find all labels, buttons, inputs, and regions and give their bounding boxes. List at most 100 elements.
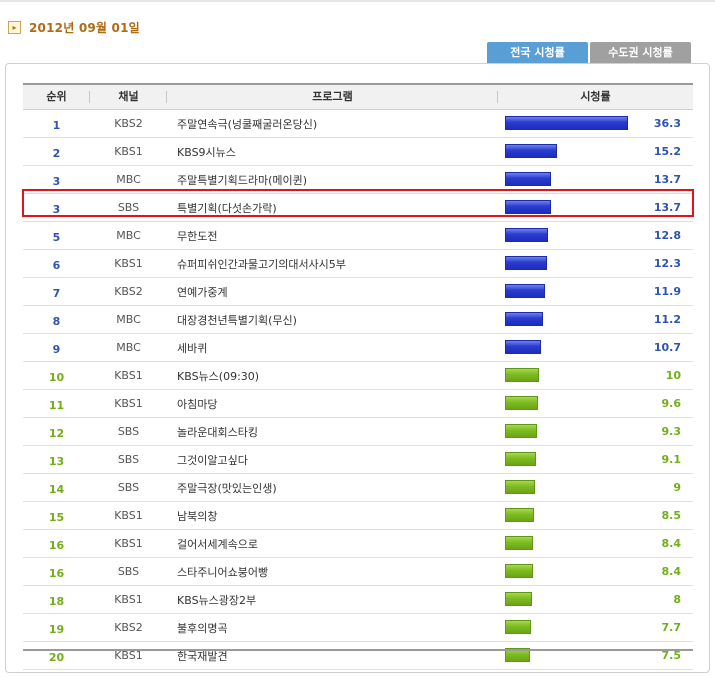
rating-value: 7.7 (661, 621, 682, 634)
tab-national-rating[interactable]: 전국 시청률 (487, 42, 588, 64)
rating-value: 13.7 (653, 173, 681, 186)
table-row: 16 KBS1 걸어서세계속으로 8.4 (23, 530, 693, 558)
channel-cell: MBC (116, 313, 141, 326)
channel-cell: KBS2 (114, 621, 143, 634)
rank-cell: 9 (52, 343, 61, 356)
rating-cell: 8.5 (498, 502, 693, 529)
program-cell: KBS뉴스광장2부 (177, 593, 257, 607)
rank-cell: 15 (48, 511, 65, 524)
channel-cell: KBS1 (114, 537, 143, 550)
rating-cell: 13.7 (498, 194, 693, 221)
rating-value: 9.1 (661, 453, 682, 466)
table-row: 12 SBS 놀라운대회스타킹 9.3 (23, 418, 693, 446)
rank-cell: 5 (52, 231, 61, 244)
rating-bar (505, 368, 539, 382)
rating-cell: 9.6 (498, 390, 693, 417)
rating-cell: 13.7 (498, 166, 693, 193)
table-body: 1 KBS2 주말연속극(넝쿨째굴러온당신) 36.3 2 KBS1 KBS9시뉴스 15.2… (23, 110, 693, 670)
rating-cell: 7.5 (498, 642, 693, 669)
rating-value: 10 (665, 369, 681, 382)
table-row: 9 MBC 세바퀴 10.7 (23, 334, 693, 362)
table-row: 16 SBS 스타주니어쇼붕어빵 8.4 (23, 558, 693, 586)
program-cell: 세바퀴 (177, 341, 208, 355)
rating-cell: 15.2 (498, 138, 693, 165)
rating-bar (505, 508, 534, 522)
rating-value: 8.4 (661, 565, 682, 578)
rating-cell: 9.3 (498, 418, 693, 445)
rank-cell: 14 (48, 483, 65, 496)
table-row: 10 KBS1 KBS뉴스(09:30) 10 (23, 362, 693, 390)
rating-bar (505, 228, 548, 242)
tab-capital-rating[interactable]: 수도권 시청률 (590, 42, 691, 64)
ratings-table: 순위 채널 프로그램 시청률 1 KBS2 주말연속극(넝쿨째굴러온당신) 36.3 2… (23, 83, 693, 670)
rating-cell: 8.4 (498, 530, 693, 557)
header-rank: 순위 (23, 85, 90, 109)
program-cell: 주말특별기획드라마(메이퀸) (177, 173, 308, 187)
rank-cell: 7 (52, 287, 61, 300)
rating-cell: 36.3 (498, 110, 693, 137)
rating-bar (505, 452, 536, 466)
rating-bar (505, 284, 545, 298)
table-row: 8 MBC 대장경천년특별기획(무신) 11.2 (23, 306, 693, 334)
rating-cell: 10.7 (498, 334, 693, 361)
arrow-right-box-icon: ▸ (8, 20, 21, 34)
program-cell: 걸어서세계속으로 (177, 537, 258, 551)
rating-cell: 9 (498, 474, 693, 501)
table-row: 13 SBS 그것이알고싶다 9.1 (23, 446, 693, 474)
table-row: 5 MBC 무한도전 12.8 (23, 222, 693, 250)
rating-cell: 11.9 (498, 278, 693, 305)
rank-cell: 3 (52, 175, 61, 188)
rating-cell: 8.4 (498, 558, 693, 585)
header-rating: 시청률 (580, 90, 611, 103)
table-row: 19 KBS2 불후의명곡 7.7 (23, 614, 693, 642)
channel-cell: KBS1 (114, 509, 143, 522)
table-row: 3 MBC 주말특별기획드라마(메이퀸) 13.7 (23, 166, 693, 194)
table-bottom-line (23, 649, 693, 651)
channel-cell: SBS (117, 565, 140, 578)
channel-cell: SBS (117, 201, 140, 214)
rank-cell: 16 (48, 539, 65, 552)
rating-cell: 7.7 (498, 614, 693, 641)
rating-bar (505, 312, 543, 326)
program-cell: 슈퍼피쉬인간과물고기의대서사시5부 (177, 257, 346, 271)
rank-cell: 1 (52, 119, 61, 132)
rating-value: 9.6 (661, 397, 682, 410)
program-cell: 그것이알고싶다 (177, 453, 248, 467)
rank-cell: 11 (48, 399, 65, 412)
program-cell: 아침마당 (177, 397, 218, 411)
channel-cell: KBS1 (114, 369, 143, 382)
table-row: 14 SBS 주말극장(맛있는인생) 9 (23, 474, 693, 502)
rating-bar (505, 592, 532, 606)
rating-value: 12.3 (653, 257, 681, 270)
rating-bar (505, 116, 628, 130)
top-divider (0, 0, 715, 2)
channel-cell: MBC (116, 173, 141, 186)
rank-cell: 12 (48, 427, 65, 440)
rating-bar (505, 620, 531, 634)
rating-bar (505, 144, 557, 158)
rating-bar (505, 536, 533, 550)
rating-bar (505, 480, 535, 494)
channel-cell: KBS1 (114, 397, 143, 410)
header-channel: 채널 (90, 85, 167, 109)
table-row: 18 KBS1 KBS뉴스광장2부 8 (23, 586, 693, 614)
channel-cell: KBS2 (114, 285, 143, 298)
rating-value: 9.3 (661, 425, 682, 438)
channel-cell: KBS1 (114, 257, 143, 270)
table-row: 1 KBS2 주말연속극(넝쿨째굴러온당신) 36.3 (23, 110, 693, 138)
rank-cell: 8 (52, 315, 61, 328)
rating-value: 8 (673, 593, 681, 606)
rank-cell: 16 (48, 567, 65, 580)
rank-cell: 18 (48, 595, 65, 608)
rating-bar (505, 396, 538, 410)
rating-value: 11.2 (653, 313, 681, 326)
rank-cell: 10 (48, 371, 65, 384)
table-row: 20 KBS1 한국재발견 7.5 (23, 642, 693, 670)
rating-value: 15.2 (653, 145, 681, 158)
date-label: 2012년 09월 01일 (29, 20, 140, 35)
rating-cell: 11.2 (498, 306, 693, 333)
table-row: 11 KBS1 아침마당 9.6 (23, 390, 693, 418)
rating-cell: 10 (498, 362, 693, 389)
rating-bar (505, 424, 537, 438)
channel-cell: MBC (116, 229, 141, 242)
